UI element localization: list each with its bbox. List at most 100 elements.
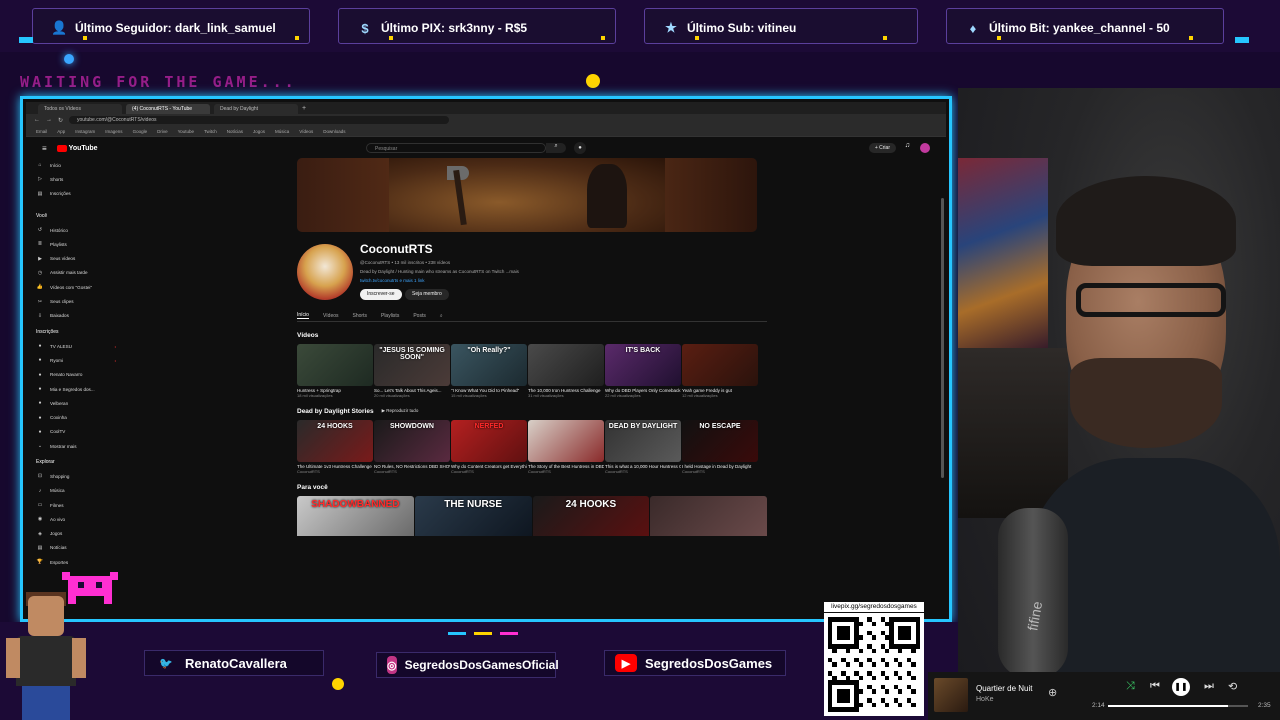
- video-thumbnail[interactable]: THE NURSE: [414, 496, 532, 536]
- video-thumbnail[interactable]: 24 HOOKS: [297, 420, 373, 462]
- video-card[interactable]: IT'S BACK Why do DBD Players Only Comebac…: [605, 344, 681, 398]
- sidebar-item[interactable]: ⇩ Baixados: [36, 309, 116, 323]
- sidebar-item[interactable]: ▤ Inscrições: [36, 187, 116, 201]
- video-thumbnail[interactable]: SHADOWBANNED: [297, 496, 414, 536]
- social-youtube[interactable]: ▶ SegredosDosGames: [604, 650, 786, 676]
- sidebar-item[interactable]: ● Renato Navarro: [36, 368, 116, 382]
- page-scrollbar[interactable]: [941, 198, 944, 478]
- browser-tab[interactable]: Todos os Vídeos: [38, 104, 122, 114]
- sidebar-item[interactable]: ◷ Assistir mais tarde: [36, 266, 116, 280]
- video-thumbnail[interactable]: [528, 344, 604, 386]
- sidebar-section-header[interactable]: Explorar: [36, 455, 116, 469]
- video-card[interactable]: Huntress + Springtrap 18 mil visualizaçõe…: [297, 344, 373, 398]
- video-thumbnail[interactable]: [682, 344, 758, 386]
- avatar[interactable]: [920, 143, 930, 153]
- sidebar-item[interactable]: ● Velberan: [36, 396, 116, 410]
- bookmark-item[interactable]: Imagens: [105, 129, 122, 134]
- social-instagram[interactable]: ◎ SegredosDosGamesOficial: [376, 652, 559, 678]
- search-input[interactable]: Pesquisar: [366, 143, 546, 153]
- new-tab-icon[interactable]: +: [302, 104, 306, 114]
- mic-icon[interactable]: ●: [574, 142, 586, 154]
- video-card[interactable]: The 10,000 Iron Huntress Challenge 31 mil…: [528, 344, 604, 398]
- video-thumbnail[interactable]: 24 HOOKS: [532, 496, 650, 536]
- bookmark-item[interactable]: Email: [36, 129, 47, 134]
- video-thumbnail[interactable]: [297, 344, 373, 386]
- video-card[interactable]: NO ESCAPE I held Hostage in Dead by Dayli…: [682, 420, 758, 474]
- browser-tab-active[interactable]: (4) CoconutRTS - YouTube: [126, 104, 210, 114]
- back-icon[interactable]: ←: [34, 117, 40, 123]
- sidebar-item[interactable]: ⌂ Início: [36, 158, 116, 172]
- menu-icon[interactable]: ≡: [42, 144, 47, 153]
- sidebar-item[interactable]: ↺ Histórico: [36, 223, 116, 237]
- progress-bar[interactable]: [1108, 705, 1248, 707]
- subscribe-button[interactable]: Inscrever-se: [360, 289, 402, 300]
- bookmark-item[interactable]: Youtube: [178, 129, 194, 134]
- sidebar-item[interactable]: ◈ Jogos: [36, 527, 116, 541]
- bookmark-item[interactable]: Música: [275, 129, 289, 134]
- join-button[interactable]: Seja membro: [405, 289, 449, 300]
- bookmark-item[interactable]: Instagram: [75, 129, 95, 134]
- video-card[interactable]: SHOWDOWN NO Rules, NO Restrictions DBD SH…: [374, 420, 450, 474]
- bell-icon[interactable]: ♫: [905, 142, 910, 149]
- youtube-logo[interactable]: YouTube: [56, 144, 98, 152]
- bookmark-item[interactable]: Twitch: [204, 129, 217, 134]
- video-thumbnail[interactable]: [528, 420, 604, 462]
- sidebar-item[interactable]: 👍 Vídeos com "Gostei": [36, 280, 116, 294]
- forward-icon[interactable]: →: [46, 117, 52, 123]
- next-icon[interactable]: ⏭: [1204, 680, 1214, 693]
- bookmark-item[interactable]: Notícias: [227, 129, 243, 134]
- tab-posts[interactable]: Posts: [413, 313, 426, 319]
- video-card[interactable]: Yeah game Freddy is gut 12 mil visualizaç…: [682, 344, 758, 398]
- channel-link[interactable]: twitch.tv/coconutrts e mais 1 link: [360, 278, 425, 283]
- video-thumbnail[interactable]: [650, 496, 767, 536]
- video-thumbnail[interactable]: IT'S BACK: [605, 344, 681, 386]
- video-card[interactable]: 24 HOOKS The Ultimate 1v3 Huntress Challe…: [297, 420, 373, 474]
- bookmark-item[interactable]: Jogos: [253, 129, 265, 134]
- reload-icon[interactable]: ↻: [58, 117, 63, 124]
- sidebar-item[interactable]: ● Coxinha: [36, 410, 116, 424]
- channel-avatar[interactable]: [297, 244, 353, 300]
- sidebar-section-header[interactable]: Inscrições: [36, 325, 116, 339]
- play-all-button[interactable]: ▶ Reproduzir tudo: [382, 408, 419, 414]
- channel-search-icon[interactable]: ⌕: [440, 313, 443, 319]
- video-card[interactable]: "Oh Really?" "I Know What You Did to Pinh…: [451, 344, 527, 398]
- video-thumbnail[interactable]: "JESUS IS COMING SOON": [374, 344, 450, 386]
- sidebar-item[interactable]: ▭ Filmes: [36, 498, 116, 512]
- video-thumbnail[interactable]: NERFED: [451, 420, 527, 462]
- sidebar-item[interactable]: ⊡ Shopping: [36, 469, 116, 483]
- bookmark-item[interactable]: Downloads: [323, 129, 345, 134]
- previous-icon[interactable]: ⏮: [1150, 680, 1160, 693]
- address-bar[interactable]: youtube.com/@CoconutRTS/videos: [69, 116, 450, 124]
- sidebar-item[interactable]: ♪ Música: [36, 484, 116, 498]
- tab-videos[interactable]: Vídeos: [323, 313, 339, 319]
- bookmark-item[interactable]: Drive: [157, 129, 168, 134]
- sidebar-item[interactable]: ≣ Playlists: [36, 237, 116, 251]
- sidebar-item[interactable]: ▤ Notícias: [36, 541, 116, 555]
- browser-tab[interactable]: Dead by Daylight: [214, 104, 298, 114]
- tab-home[interactable]: Início: [297, 312, 309, 319]
- sidebar-item[interactable]: ● TV ALESU •: [36, 339, 116, 353]
- tab-shorts[interactable]: Shorts: [353, 313, 367, 319]
- sidebar-item[interactable]: ⌄ Mostrar mais: [36, 439, 116, 453]
- pause-button[interactable]: ❚❚: [1172, 678, 1190, 696]
- add-to-library-icon[interactable]: ⊕: [1048, 686, 1057, 699]
- video-card[interactable]: The Story of the Best Huntress in DBD Coc…: [528, 420, 604, 474]
- sidebar-section-header[interactable]: Você: [36, 209, 116, 223]
- video-card[interactable]: DEAD BY DAYLIGHT This is what a 10,000 Ho…: [605, 420, 681, 474]
- create-button[interactable]: + Criar: [868, 143, 896, 153]
- video-card[interactable]: NERFED Why do Content Creators get Everyt…: [451, 420, 527, 474]
- tab-playlists[interactable]: Playlists: [381, 313, 399, 319]
- video-thumbnail[interactable]: "Oh Really?": [451, 344, 527, 386]
- repeat-icon[interactable]: ⟲: [1228, 680, 1237, 693]
- search-icon[interactable]: ⌕: [546, 143, 566, 153]
- social-twitter[interactable]: 🐦 RenatoCavallera: [144, 650, 324, 676]
- sidebar-item[interactable]: ▷ Shorts: [36, 172, 116, 186]
- sidebar-item[interactable]: ◉ Ao vivo: [36, 512, 116, 526]
- sidebar-item[interactable]: ● CoolTV: [36, 425, 116, 439]
- bookmark-item[interactable]: Vídeos: [299, 129, 313, 134]
- channel-description[interactable]: Dead by Daylight / Hunting main who stre…: [360, 269, 519, 274]
- sidebar-item[interactable]: ✂ Seus clipes: [36, 294, 116, 308]
- video-thumbnail[interactable]: DEAD BY DAYLIGHT: [605, 420, 681, 462]
- sidebar-item[interactable]: ● Mia e Segredos dos...: [36, 382, 116, 396]
- sidebar-item[interactable]: ▶ Seus vídeos: [36, 251, 116, 265]
